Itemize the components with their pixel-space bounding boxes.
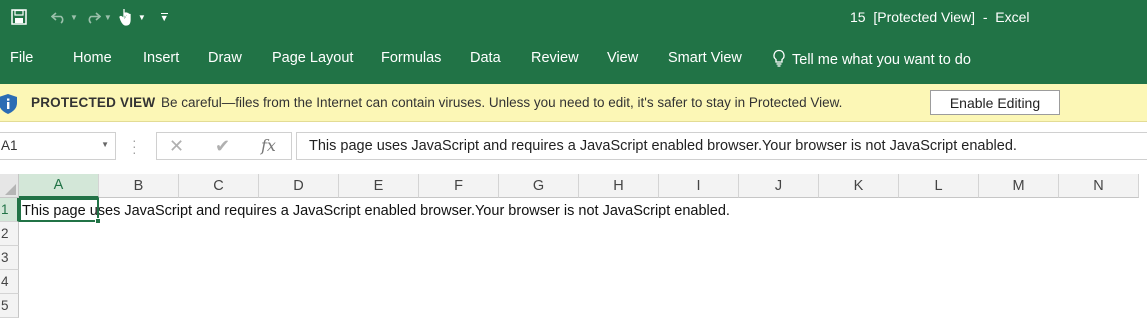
column-header-m[interactable]: M xyxy=(979,174,1059,198)
formula-bar-grip-icon[interactable]: · · · xyxy=(132,133,137,159)
touch-mode-dropdown-icon[interactable]: ▼ xyxy=(138,13,146,22)
name-box[interactable]: A1 ▼ xyxy=(0,132,116,160)
column-header-g[interactable]: G xyxy=(499,174,579,198)
column-header-a[interactable]: A xyxy=(19,174,99,198)
column-header-i[interactable]: I xyxy=(659,174,739,198)
tab-home[interactable]: Home xyxy=(73,50,112,66)
fill-handle[interactable] xyxy=(95,218,101,224)
column-header-b[interactable]: B xyxy=(99,174,179,198)
enter-check-icon[interactable]: ✔ xyxy=(215,136,230,157)
ribbon-tabs: File Home Insert Draw Page Layout Formul… xyxy=(0,34,1147,84)
save-icon[interactable] xyxy=(8,6,30,28)
tab-formulas[interactable]: Formulas xyxy=(381,50,441,66)
customize-qat-icon[interactable]: ▼ xyxy=(160,6,169,28)
formula-input[interactable]: This page uses JavaScript and requires a… xyxy=(296,132,1147,160)
undo-icon[interactable] xyxy=(50,6,68,28)
column-header-c[interactable]: C xyxy=(179,174,259,198)
column-header-f[interactable]: F xyxy=(419,174,499,198)
tab-review[interactable]: Review xyxy=(531,50,579,66)
column-header-j[interactable]: J xyxy=(739,174,819,198)
column-header-l[interactable]: L xyxy=(899,174,979,198)
column-header-d[interactable]: D xyxy=(259,174,339,198)
column-header-n[interactable]: N xyxy=(1059,174,1139,198)
row-header-3[interactable]: 3 xyxy=(0,246,19,270)
tab-insert[interactable]: Insert xyxy=(143,50,179,66)
formula-bar: A1 ▼ · · · ✕ ✔ fx This page uses JavaScrip… xyxy=(0,122,1147,174)
shield-info-icon xyxy=(0,93,18,120)
row-header-5[interactable]: 5 xyxy=(0,294,19,318)
cell-a1-text: This page uses JavaScript and requires a… xyxy=(22,203,730,219)
undo-dropdown-icon[interactable]: ▼ xyxy=(70,13,78,22)
title-bar: ▼ ▼ ▼ ▼ 15 [Protected View] - Excel xyxy=(0,0,1147,34)
redo-dropdown-icon[interactable]: ▼ xyxy=(104,13,112,22)
tab-view[interactable]: View xyxy=(607,50,638,66)
name-box-value: A1 xyxy=(1,138,18,153)
tab-file[interactable]: File xyxy=(10,50,33,66)
tell-me-label: Tell me what you want to do xyxy=(792,52,971,68)
select-all-button[interactable] xyxy=(0,174,19,198)
insert-function-icon[interactable]: fx xyxy=(261,136,276,155)
enable-editing-button[interactable]: Enable Editing xyxy=(930,90,1060,115)
tab-page-layout[interactable]: Page Layout xyxy=(272,50,353,66)
worksheet-grid: ABCDEFGHIJKLMN 12345 This page uses Java… xyxy=(0,174,1147,318)
row-header-4[interactable]: 4 xyxy=(0,270,19,294)
tab-data[interactable]: Data xyxy=(470,50,501,66)
protected-view-bar: PROTECTED VIEW Be careful—files from the… xyxy=(0,84,1147,122)
column-header-k[interactable]: K xyxy=(819,174,899,198)
touch-mode-icon[interactable] xyxy=(118,6,134,28)
cancel-icon[interactable]: ✕ xyxy=(169,136,184,157)
tell-me-search[interactable]: Tell me what you want to do xyxy=(772,49,971,71)
column-header-h[interactable]: H xyxy=(579,174,659,198)
protected-view-message: Be careful—files from the Internet can c… xyxy=(161,95,843,110)
window-title: 15 [Protected View] - Excel xyxy=(850,9,1030,25)
name-box-dropdown-icon[interactable]: ▼ xyxy=(101,140,109,149)
row-header-1[interactable]: 1 xyxy=(0,198,19,222)
formula-buttons: ✕ ✔ fx xyxy=(156,132,292,160)
row-header-2[interactable]: 2 xyxy=(0,222,19,246)
tab-smart-view[interactable]: Smart View xyxy=(668,50,742,66)
redo-icon[interactable] xyxy=(84,6,102,28)
tab-draw[interactable]: Draw xyxy=(208,50,242,66)
quick-access-toolbar: ▼ ▼ ▼ ▼ xyxy=(8,6,169,28)
column-header-e[interactable]: E xyxy=(339,174,419,198)
active-cell[interactable] xyxy=(19,198,101,224)
lightbulb-icon xyxy=(772,49,792,71)
protected-view-label: PROTECTED VIEW xyxy=(31,95,156,110)
